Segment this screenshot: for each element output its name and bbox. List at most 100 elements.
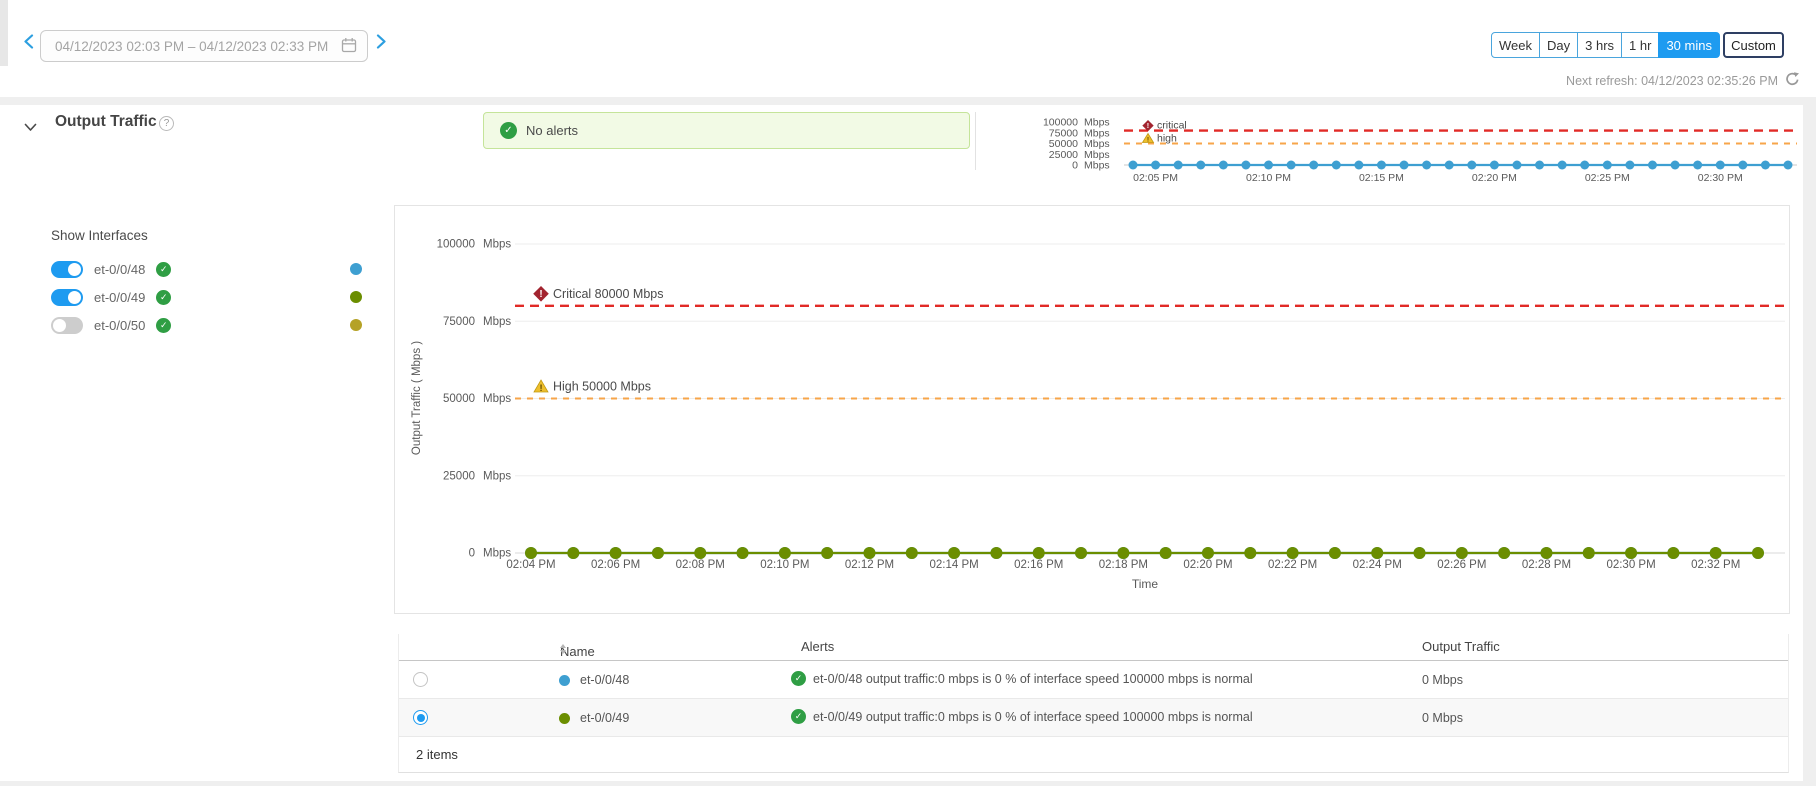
row-output-traffic: 0 Mbps [1422, 711, 1463, 725]
interface-ok-icon [156, 290, 171, 305]
svg-text:02:24 PM: 02:24 PM [1353, 559, 1402, 571]
calendar-icon[interactable] [341, 37, 357, 56]
svg-text:02:20 PM: 02:20 PM [1183, 559, 1232, 571]
svg-text:02:12 PM: 02:12 PM [845, 559, 894, 571]
svg-text:!: ! [1147, 121, 1149, 130]
svg-text:High 50000 Mbps: High 50000 Mbps [553, 380, 651, 394]
svg-text:02:26 PM: 02:26 PM [1437, 559, 1486, 571]
column-header-output-traffic: Output Traffic [1422, 639, 1500, 654]
alert-text: et-0/0/49 output traffic:0 mbps is 0 % o… [813, 710, 1253, 724]
main-chart-container: 100000Mbps75000Mbps50000Mbps25000Mbps0Mb… [394, 205, 1790, 614]
svg-text:02:32 PM: 02:32 PM [1691, 559, 1740, 571]
interface-name: et-0/0/48 [94, 262, 145, 277]
refresh-icon[interactable] [1785, 72, 1800, 90]
no-alerts-text: No alerts [526, 123, 578, 138]
range-button-week[interactable]: Week [1491, 32, 1540, 58]
svg-text:Output Traffic ( Mbps ): Output Traffic ( Mbps ) [411, 341, 423, 455]
toggle-knob [68, 263, 81, 276]
interface-toggle-et-0-0-49[interactable] [51, 289, 83, 306]
toggle-knob [68, 291, 81, 304]
custom-range-button[interactable]: Custom [1723, 32, 1784, 58]
row-alert: et-0/0/48 output traffic:0 mbps is 0 % o… [791, 671, 1253, 686]
svg-text:0: 0 [1072, 160, 1078, 172]
svg-text:02:18 PM: 02:18 PM [1099, 559, 1148, 571]
collapse-section-icon[interactable] [24, 119, 37, 137]
svg-text:Mbps: Mbps [1084, 160, 1110, 172]
row-name: et-0/0/48 [580, 673, 629, 687]
interface-row-et-0-0-49: et-0/0/49 [51, 283, 171, 311]
svg-text:75000: 75000 [443, 316, 475, 328]
svg-text:02:15 PM: 02:15 PM [1359, 172, 1404, 184]
svg-text:!: ! [539, 383, 542, 393]
svg-text:Mbps: Mbps [483, 548, 511, 560]
overview-timeline-chart: 100000Mbps75000Mbps50000Mbps25000Mbps0Mb… [1020, 110, 1803, 190]
dashboard-screen: 04/12/2023 02:03 PM – 04/12/2023 02:33 P… [0, 0, 1816, 786]
svg-text:high: high [1157, 133, 1177, 145]
svg-text:critical: critical [1157, 120, 1187, 132]
svg-text:Time: Time [1132, 577, 1159, 591]
interface-toggle-et-0-0-50[interactable] [51, 317, 83, 334]
next-refresh: Next refresh: 04/12/2023 02:35:26 PM [1566, 72, 1800, 90]
interface-ok-icon [156, 318, 171, 333]
series-color-dot [559, 675, 570, 686]
svg-text:02:10 PM: 02:10 PM [760, 559, 809, 571]
series-color-dot [350, 263, 362, 275]
output-traffic-chart: 100000Mbps75000Mbps50000Mbps25000Mbps0Mb… [395, 206, 1789, 613]
interface-name: et-0/0/50 [94, 318, 145, 333]
range-button-1hr[interactable]: 1 hr [1621, 32, 1659, 58]
window-edge [0, 0, 8, 66]
section-title: Output Traffic [55, 113, 157, 131]
next-range-icon[interactable] [376, 34, 386, 54]
interfaces-table: Name Alerts Output Traffic et-0/0/48 et-… [398, 634, 1789, 773]
svg-text:02:30 PM: 02:30 PM [1698, 172, 1743, 184]
series-color-dot [350, 319, 362, 331]
row-name: et-0/0/49 [580, 711, 629, 725]
date-range-value: 04/12/2023 02:03 PM – 04/12/2023 02:33 P… [55, 39, 333, 54]
alert-ok-icon [791, 709, 806, 724]
series-color-dot [559, 713, 570, 724]
show-interfaces-label: Show Interfaces [51, 228, 148, 243]
alert-text: et-0/0/48 output traffic:0 mbps is 0 % o… [813, 672, 1253, 686]
interface-ok-icon [156, 262, 171, 277]
toggle-knob [53, 319, 66, 332]
table-row-et-0-0-49: et-0/0/49 et-0/0/49 output traffic:0 mbp… [399, 699, 1788, 737]
sort-icon[interactable] [560, 644, 566, 654]
svg-text:50000: 50000 [443, 393, 475, 405]
next-refresh-text: Next refresh: 04/12/2023 02:35:26 PM [1566, 74, 1778, 88]
interface-row-et-0-0-48: et-0/0/48 [51, 255, 171, 283]
row-alert: et-0/0/49 output traffic:0 mbps is 0 % o… [791, 709, 1253, 724]
vertical-divider [975, 112, 976, 170]
column-header-alerts: Alerts [801, 639, 834, 654]
no-alerts-banner: No alerts [483, 112, 970, 149]
interface-row-et-0-0-50: et-0/0/50 [51, 311, 171, 339]
svg-text:02:10 PM: 02:10 PM [1246, 172, 1291, 184]
svg-text:Mbps: Mbps [483, 239, 511, 251]
svg-text:02:16 PM: 02:16 PM [1014, 559, 1063, 571]
svg-text:02:08 PM: 02:08 PM [676, 559, 725, 571]
svg-text:02:25 PM: 02:25 PM [1585, 172, 1630, 184]
svg-text:!: ! [1147, 137, 1149, 144]
interface-toggle-et-0-0-48[interactable] [51, 261, 83, 278]
help-icon[interactable] [159, 116, 174, 131]
svg-text:Mbps: Mbps [483, 470, 511, 482]
range-button-30mins[interactable]: 30 mins [1658, 32, 1720, 58]
prev-range-icon[interactable] [24, 34, 34, 54]
svg-text:02:04 PM: 02:04 PM [506, 559, 555, 571]
range-button-day[interactable]: Day [1539, 32, 1578, 58]
svg-text:02:14 PM: 02:14 PM [929, 559, 978, 571]
time-range-buttons: Week Day 3 hrs 1 hr 30 mins [1491, 32, 1720, 58]
series-color-dot [350, 291, 362, 303]
date-range-input[interactable]: 04/12/2023 02:03 PM – 04/12/2023 02:33 P… [40, 30, 368, 62]
table-footer: 2 items [399, 736, 1788, 772]
range-button-3hrs[interactable]: 3 hrs [1577, 32, 1622, 58]
svg-text:02:05 PM: 02:05 PM [1133, 172, 1178, 184]
svg-text:02:30 PM: 02:30 PM [1606, 559, 1655, 571]
row-radio-et-0-0-49[interactable] [413, 710, 428, 725]
row-radio-et-0-0-48[interactable] [413, 672, 428, 687]
svg-text:Mbps: Mbps [483, 316, 511, 328]
svg-text:02:06 PM: 02:06 PM [591, 559, 640, 571]
svg-text:02:22 PM: 02:22 PM [1268, 559, 1317, 571]
output-traffic-panel: Output Traffic No alerts 100000Mbps75000… [0, 105, 1803, 781]
table-row-et-0-0-48: et-0/0/48 et-0/0/48 output traffic:0 mbp… [399, 661, 1788, 699]
svg-text:02:28 PM: 02:28 PM [1522, 559, 1571, 571]
